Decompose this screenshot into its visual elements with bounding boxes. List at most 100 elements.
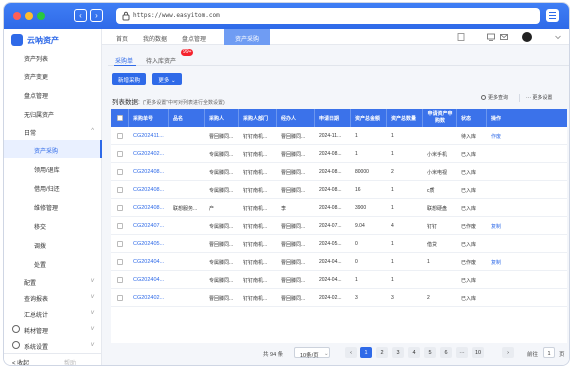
screen-icon[interactable] bbox=[487, 33, 495, 41]
sidebar-item-borrow-return[interactable]: 借用/归还 bbox=[4, 178, 102, 196]
tab-purchase-orders[interactable]: 采购单 bbox=[114, 52, 136, 66]
page-button[interactable]: 6 bbox=[440, 347, 452, 358]
actions-cell[interactable]: 复制 bbox=[487, 253, 567, 271]
sidebar-item-transfer[interactable]: 移交 bbox=[4, 216, 102, 234]
table-row[interactable]: CG202404... 专属滕同... 钉钉南机... 曹回滕同... 2024-04.… bbox=[111, 253, 567, 271]
requested-count-cell: 2 bbox=[427, 295, 430, 301]
column-header-apply-date[interactable]: 申请日期 bbox=[315, 109, 351, 127]
sidebar-group-daily[interactable]: 日常 ^ bbox=[4, 122, 102, 140]
actions-cell[interactable]: 复制 bbox=[487, 217, 567, 235]
page-button[interactable]: 4 bbox=[408, 347, 420, 358]
more-pages-button[interactable]: ··· bbox=[456, 347, 468, 358]
order-no-cell[interactable]: CG202408... bbox=[129, 163, 169, 181]
column-header-status[interactable]: 状态 bbox=[457, 109, 487, 127]
mail-icon[interactable] bbox=[500, 33, 508, 41]
next-page-button[interactable]: › bbox=[502, 347, 514, 358]
purchaser-cell: 专属滕同... bbox=[209, 188, 234, 194]
more-search-button[interactable]: 更多查询 bbox=[481, 94, 508, 101]
table-row[interactable]: CG202408... 专属滕同... 钉钉南机... 曹回滕同... 2024-08.… bbox=[111, 181, 567, 199]
table-row[interactable]: CG202405... 曹回滕同... 钉钉南机... 曹回滕同... 2024-05.… bbox=[111, 235, 567, 253]
collapse-sidebar-button[interactable]: < 收起 bbox=[12, 358, 29, 365]
row-checkbox[interactable] bbox=[117, 151, 123, 157]
sidebar-item-inventory[interactable]: 盘点管理 bbox=[4, 85, 102, 103]
table-row[interactable]: CG202402... 曹回滕同... 钉钉南机... 曹回滕同... 2024-02.… bbox=[111, 289, 567, 307]
column-header-total-quantity[interactable]: 资产总数量 bbox=[387, 109, 423, 127]
close-window-icon[interactable] bbox=[13, 12, 21, 20]
sidebar-item-receive-return[interactable]: 领用/退库 bbox=[4, 159, 102, 177]
table-row[interactable]: CG202404... 专属滕同... 钉钉南机... 曹回滕同... 2024-04.… bbox=[111, 271, 567, 289]
order-no-cell[interactable]: CG202402... bbox=[129, 145, 169, 163]
more-settings-button[interactable]: ··· 更多设置 bbox=[526, 94, 552, 101]
sidebar-item-repair[interactable]: 维修管理 bbox=[4, 197, 102, 215]
row-checkbox[interactable] bbox=[117, 277, 123, 283]
sidebar-group-system-settings[interactable]: 系统设置 v bbox=[4, 336, 102, 354]
select-all-checkbox[interactable] bbox=[117, 115, 123, 121]
document-icon[interactable] bbox=[457, 33, 465, 41]
order-no-cell[interactable]: CG202404... bbox=[129, 271, 169, 289]
sidebar-item-allocation[interactable]: 调拨 bbox=[4, 235, 102, 253]
row-checkbox[interactable] bbox=[117, 223, 123, 229]
page-button[interactable]: 10 bbox=[472, 347, 484, 358]
row-checkbox[interactable] bbox=[117, 241, 123, 247]
page-button[interactable]: 2 bbox=[376, 347, 388, 358]
order-no-cell[interactable]: CG202411... bbox=[129, 127, 169, 145]
column-header-actions: 操作 bbox=[491, 116, 502, 122]
table-row[interactable]: CG202411... 曹回滕同... 钉钉南机... 曹回滕同... 2024-11.… bbox=[111, 127, 567, 145]
column-header-purchaser[interactable]: 采购人 bbox=[205, 109, 239, 127]
row-checkbox[interactable] bbox=[117, 169, 123, 175]
sidebar-item-asset-change[interactable]: 资产变更 bbox=[4, 66, 102, 84]
help-link[interactable]: 帮助 bbox=[64, 358, 76, 365]
tab-pending-assets[interactable]: 待入库资产 99+ bbox=[146, 49, 196, 66]
apply-date-cell: 2024-08... bbox=[319, 187, 342, 193]
address-bar[interactable]: https://www.easyitom.com bbox=[116, 8, 540, 24]
order-no-cell[interactable]: CG202405... bbox=[129, 235, 169, 253]
user-avatar[interactable] bbox=[522, 32, 532, 42]
minimize-window-icon[interactable] bbox=[25, 12, 33, 20]
page-size-select[interactable]: 10条/页 ⌄ bbox=[294, 347, 330, 359]
table-row[interactable]: CG202402... 专属滕同... 钉钉南机... 曹回滕同... 2024-08.… bbox=[111, 145, 567, 163]
item-name-cell bbox=[169, 145, 205, 163]
column-header-item-name[interactable]: 品名 bbox=[169, 109, 205, 127]
sidebar-item-asset-list[interactable]: 资产列表 bbox=[4, 48, 102, 66]
tab-my-data[interactable]: 我的数据 bbox=[138, 29, 172, 45]
page-button[interactable]: 5 bbox=[424, 347, 436, 358]
chevron-down-icon[interactable] bbox=[554, 33, 562, 41]
row-checkbox[interactable] bbox=[117, 133, 123, 139]
order-no-cell[interactable]: CG202408... bbox=[129, 181, 169, 199]
actions-cell[interactable]: 作废 bbox=[487, 127, 567, 145]
page-button[interactable]: 3 bbox=[392, 347, 404, 358]
tab-purchase[interactable]: 资产采购 bbox=[224, 29, 270, 45]
column-header-department[interactable]: 采购人部门 bbox=[239, 109, 277, 127]
table-row[interactable]: CG202407... 专属滕同... 钉钉南机... 曹回滕同... 2024-07.… bbox=[111, 217, 567, 235]
order-no-cell[interactable]: CG202408... bbox=[129, 199, 169, 217]
prev-page-button[interactable]: ‹ bbox=[345, 347, 357, 358]
new-purchase-button[interactable]: 新增采购 bbox=[112, 73, 146, 85]
back-button[interactable]: ‹ bbox=[74, 9, 87, 22]
page-button[interactable]: 1 bbox=[360, 347, 372, 358]
maximize-window-icon[interactable] bbox=[37, 12, 45, 20]
column-header-order-no[interactable]: 采购单号 bbox=[129, 109, 169, 127]
sidebar-item-purchase[interactable]: 资产采购 bbox=[4, 140, 102, 158]
forward-button[interactable]: › bbox=[90, 9, 103, 22]
row-checkbox[interactable] bbox=[117, 205, 123, 211]
sidebar-item-unowned-assets[interactable]: 无归属资产 bbox=[4, 104, 102, 122]
column-header-handler[interactable]: 经办人 bbox=[277, 109, 315, 127]
order-no-cell[interactable]: CG202402... bbox=[129, 289, 169, 307]
row-checkbox[interactable] bbox=[117, 295, 123, 301]
table-row[interactable]: CG202408... 联想服务... 产 钉钉南机... 李 2024-08... 390… bbox=[111, 199, 567, 217]
table-row[interactable]: CG202408... 专属滕同... 钉钉南机... 曹回滕同... 2024-08.… bbox=[111, 163, 567, 181]
browser-menu-button[interactable] bbox=[546, 9, 559, 22]
more-actions-button[interactable]: 更多 ⌄ bbox=[152, 73, 182, 85]
goto-page-input[interactable]: 1 bbox=[543, 347, 555, 358]
column-header-requested-count[interactable]: 申请资产申购数 bbox=[423, 109, 457, 127]
tab-inventory[interactable]: 盘点管理 bbox=[174, 29, 214, 45]
tab-home[interactable]: 首页 bbox=[108, 29, 136, 45]
row-checkbox[interactable] bbox=[117, 259, 123, 265]
row-checkbox[interactable] bbox=[117, 187, 123, 193]
order-no-cell[interactable]: CG202404... bbox=[129, 253, 169, 271]
handler-cell: 曹回滕同... bbox=[281, 242, 306, 248]
column-header-total-amount[interactable]: 资产总金额 bbox=[351, 109, 387, 127]
order-no-cell[interactable]: CG202407... bbox=[129, 217, 169, 235]
sidebar-item-disposal[interactable]: 处置 bbox=[4, 254, 102, 272]
pending-count-badge: 99+ bbox=[181, 49, 194, 56]
